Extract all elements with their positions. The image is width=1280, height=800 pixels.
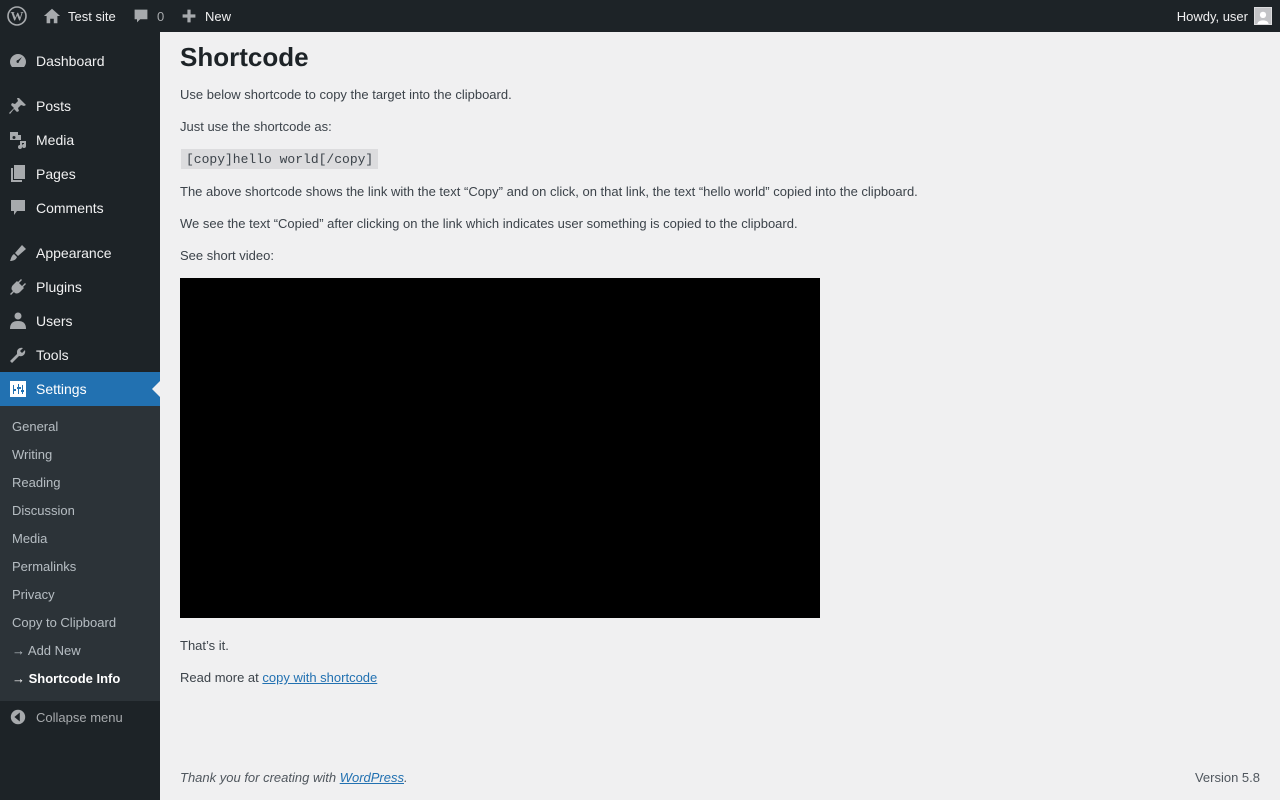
read-more-text: Read more at copy with shortcode (180, 670, 377, 685)
menu-label: Media (36, 132, 75, 148)
plugin-icon (0, 270, 36, 304)
submenu-item-general[interactable]: General (12, 416, 58, 436)
comment-icon (0, 191, 36, 225)
submenu-item-shortcode-info[interactable]: → Shortcode Info (12, 668, 120, 688)
collapse-icon (0, 708, 36, 726)
brush-icon (0, 236, 36, 270)
collapse-menu-button[interactable]: Collapse menu (0, 704, 160, 730)
plus-icon (180, 7, 198, 25)
menu-label: Settings (36, 381, 87, 397)
submenu-item-permalinks[interactable]: Permalinks (12, 556, 76, 576)
wordpress-logo-button[interactable]: W (0, 0, 34, 32)
home-icon (42, 6, 62, 26)
read-more-prefix: Read more at (180, 670, 263, 685)
menu-label: Users (36, 313, 73, 329)
new-label: New (205, 8, 232, 24)
menu-label: Posts (36, 98, 72, 114)
svg-text:W: W (11, 9, 24, 24)
menu-label: Comments (36, 200, 104, 216)
submenu-item-privacy[interactable]: Privacy (12, 584, 55, 604)
submenu-item-writing[interactable]: Writing (12, 444, 52, 464)
media-icon (0, 123, 36, 157)
video-player[interactable] (180, 278, 820, 618)
comments-link[interactable]: 0 (132, 0, 164, 32)
menu-item-media[interactable]: Media (0, 123, 160, 157)
admin-sidebar: Dashboard Posts Media Pages Comments App… (0, 32, 160, 800)
avatar (1254, 7, 1272, 25)
dashboard-icon (0, 44, 36, 78)
submenu-item-copy-to-clipboard[interactable]: Copy to Clipboard (12, 612, 116, 632)
copy-with-shortcode-link[interactable]: copy with shortcode (262, 670, 377, 685)
shortcode-example: [copy]hello world[/copy] (181, 149, 379, 169)
menu-item-settings[interactable]: Settings (0, 372, 160, 406)
site-name-link[interactable]: Test site (42, 0, 116, 32)
description-text: The above shortcode shows the link with … (180, 184, 918, 199)
wrench-icon (0, 338, 36, 372)
copied-text: We see the text “Copied” after clicking … (180, 216, 798, 231)
menu-item-posts[interactable]: Posts (0, 89, 160, 123)
menu-item-appearance[interactable]: Appearance (0, 236, 160, 270)
menu-item-tools[interactable]: Tools (0, 338, 160, 372)
wordpress-logo-icon: W (7, 6, 27, 26)
site-name-label: Test site (68, 8, 116, 24)
admin-bar: W Test site 0 New Howdy, user (0, 0, 1280, 32)
menu-label: Plugins (36, 279, 82, 295)
submenu-item-discussion[interactable]: Discussion (12, 500, 75, 520)
howdy-label: Howdy, user (1176, 8, 1248, 24)
wordpress-link[interactable]: WordPress (340, 770, 404, 785)
menu-item-dashboard[interactable]: Dashboard (0, 44, 160, 78)
menu-label: Pages (36, 166, 76, 182)
collapse-label: Collapse menu (36, 709, 123, 725)
video-intro-text: See short video: (180, 248, 274, 263)
submenu-item-media[interactable]: Media (12, 528, 47, 548)
closing-text: That’s it. (180, 638, 229, 653)
menu-item-plugins[interactable]: Plugins (0, 270, 160, 304)
footer-version: Version 5.8 (1194, 770, 1260, 785)
current-menu-arrow (152, 381, 160, 397)
pin-icon (0, 89, 36, 123)
menu-item-pages[interactable]: Pages (0, 157, 160, 191)
comments-count: 0 (157, 8, 165, 24)
my-account-link[interactable]: Howdy, user (1177, 0, 1272, 32)
footer-thanks: Thank you for creating with WordPress. (180, 770, 408, 785)
footer-thanks-prefix: Thank you for creating with (180, 770, 340, 785)
usage-text: Just use the shortcode as: (180, 119, 332, 134)
new-content-link[interactable]: New (180, 0, 231, 32)
intro-text: Use below shortcode to copy the target i… (180, 87, 512, 102)
menu-label: Appearance (36, 245, 112, 261)
page-title: Shortcode (180, 42, 309, 72)
menu-item-users[interactable]: Users (0, 304, 160, 338)
submenu-item-add-new[interactable]: → Add New (12, 640, 81, 660)
menu-label: Dashboard (36, 53, 105, 69)
pages-icon (0, 157, 36, 191)
submenu-item-reading[interactable]: Reading (12, 472, 60, 492)
user-icon (0, 304, 36, 338)
settings-submenu: General Writing Reading Discussion Media… (0, 406, 160, 701)
menu-item-comments[interactable]: Comments (0, 191, 160, 225)
footer-thanks-suffix: . (404, 770, 408, 785)
menu-label: Tools (36, 347, 69, 363)
comment-icon (132, 7, 150, 25)
settings-icon (0, 372, 36, 406)
